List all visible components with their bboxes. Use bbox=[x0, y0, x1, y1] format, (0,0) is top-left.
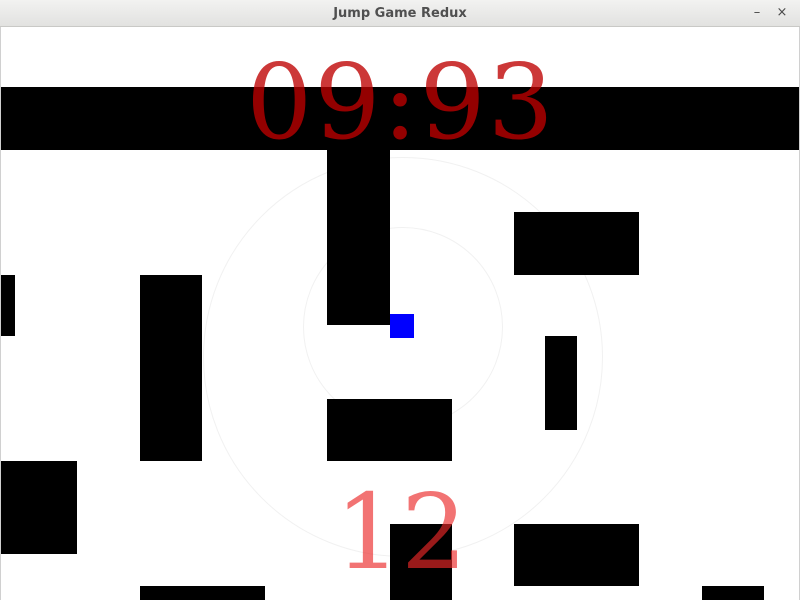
wall-right-post bbox=[545, 336, 577, 430]
window-title: Jump Game Redux bbox=[333, 6, 467, 21]
score-display: 12 bbox=[334, 471, 468, 593]
title-bar[interactable]: Jump Game Redux – × bbox=[0, 0, 800, 27]
wall-upper-right-block bbox=[514, 212, 639, 275]
game-canvas[interactable]: 09:93 12 bbox=[0, 27, 800, 600]
wall-bottom-right-strip bbox=[702, 586, 764, 600]
game-window: Jump Game Redux – × 09:93 12 bbox=[0, 0, 800, 600]
wall-lower-left-block bbox=[1, 461, 77, 554]
wall-top-pillar bbox=[327, 150, 390, 325]
timer-display: 09:93 bbox=[246, 41, 556, 163]
close-button[interactable]: × bbox=[773, 4, 791, 22]
wall-center-block bbox=[327, 399, 452, 461]
wall-lower-right-block bbox=[514, 524, 639, 586]
minimize-button[interactable]: – bbox=[748, 4, 766, 22]
wall-bottom-left-strip bbox=[140, 586, 265, 600]
wall-left-edge bbox=[1, 275, 15, 336]
wall-left-column bbox=[140, 275, 202, 461]
player-square bbox=[390, 314, 414, 338]
